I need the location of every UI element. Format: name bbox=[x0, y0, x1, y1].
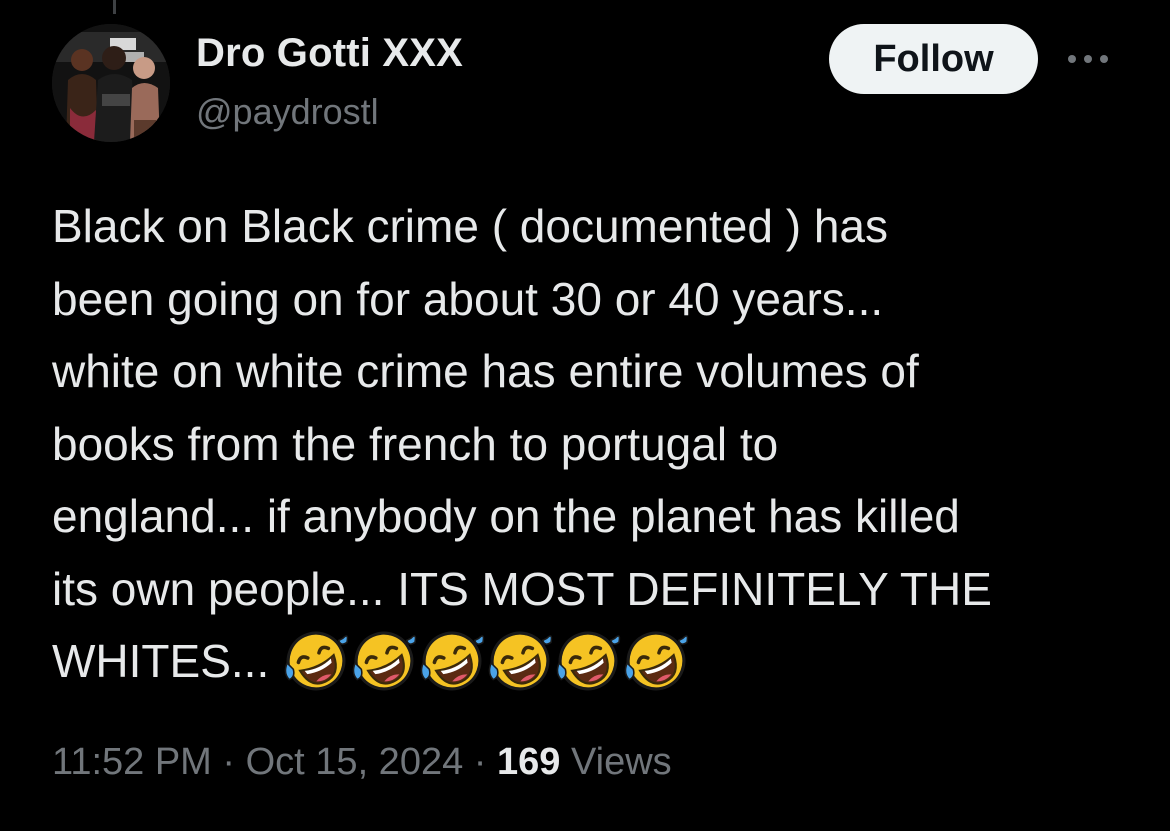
rolling-on-the-floor-laughing-emoji bbox=[488, 631, 553, 691]
tweet-text-line: white on white crime has entire volumes … bbox=[52, 345, 919, 397]
meta-separator: · bbox=[463, 741, 497, 783]
tweet-text-line: WHITES... bbox=[52, 635, 270, 687]
views-label: Views bbox=[560, 741, 672, 783]
avatar[interactable] bbox=[52, 24, 170, 142]
rolling-on-the-floor-laughing-emoji bbox=[284, 631, 349, 691]
tweet-text-line: been going on for about 30 or 40 years..… bbox=[52, 272, 884, 325]
tweet-text-line: its own people... ITS MOST DEFINITELY TH… bbox=[52, 562, 992, 615]
tweet-text-line-last: WHITES... bbox=[52, 625, 1142, 698]
views-count: 169 bbox=[497, 741, 561, 783]
more-horizontal-icon bbox=[1068, 55, 1108, 63]
rolling-on-the-floor-laughing-emoji bbox=[352, 631, 417, 691]
rolling-on-the-floor-laughing-emoji bbox=[624, 631, 689, 691]
emoji-row bbox=[283, 628, 691, 694]
tweet-text-line: Black on Black crime ( documented ) has bbox=[52, 200, 889, 252]
tweet-time[interactable]: 11:52 PM bbox=[52, 741, 212, 783]
author-handle[interactable]: @paydrostl bbox=[196, 91, 379, 133]
meta-separator: · bbox=[211, 741, 246, 783]
rolling-on-the-floor-laughing-emoji bbox=[556, 631, 621, 691]
avatar-photo-icon bbox=[52, 24, 170, 142]
tweet-text: Black on Black crime ( documented ) has … bbox=[52, 190, 1142, 698]
follow-button[interactable]: Follow bbox=[829, 24, 1038, 94]
tweet-text-line: books from the french to portugal to bbox=[52, 417, 779, 470]
tweet-metadata: 11:52 PM · Oct 15, 2024 · 169 Views bbox=[52, 741, 672, 784]
author-display-name[interactable]: Dro Gotti XXX bbox=[196, 31, 463, 76]
thread-connector-line bbox=[113, 0, 116, 14]
more-options-button[interactable] bbox=[1058, 44, 1118, 74]
tweet-text-line: england... if anybody on the planet has … bbox=[52, 490, 960, 542]
rolling-on-the-floor-laughing-emoji bbox=[420, 631, 485, 691]
tweet-date[interactable]: Oct 15, 2024 bbox=[246, 741, 464, 783]
